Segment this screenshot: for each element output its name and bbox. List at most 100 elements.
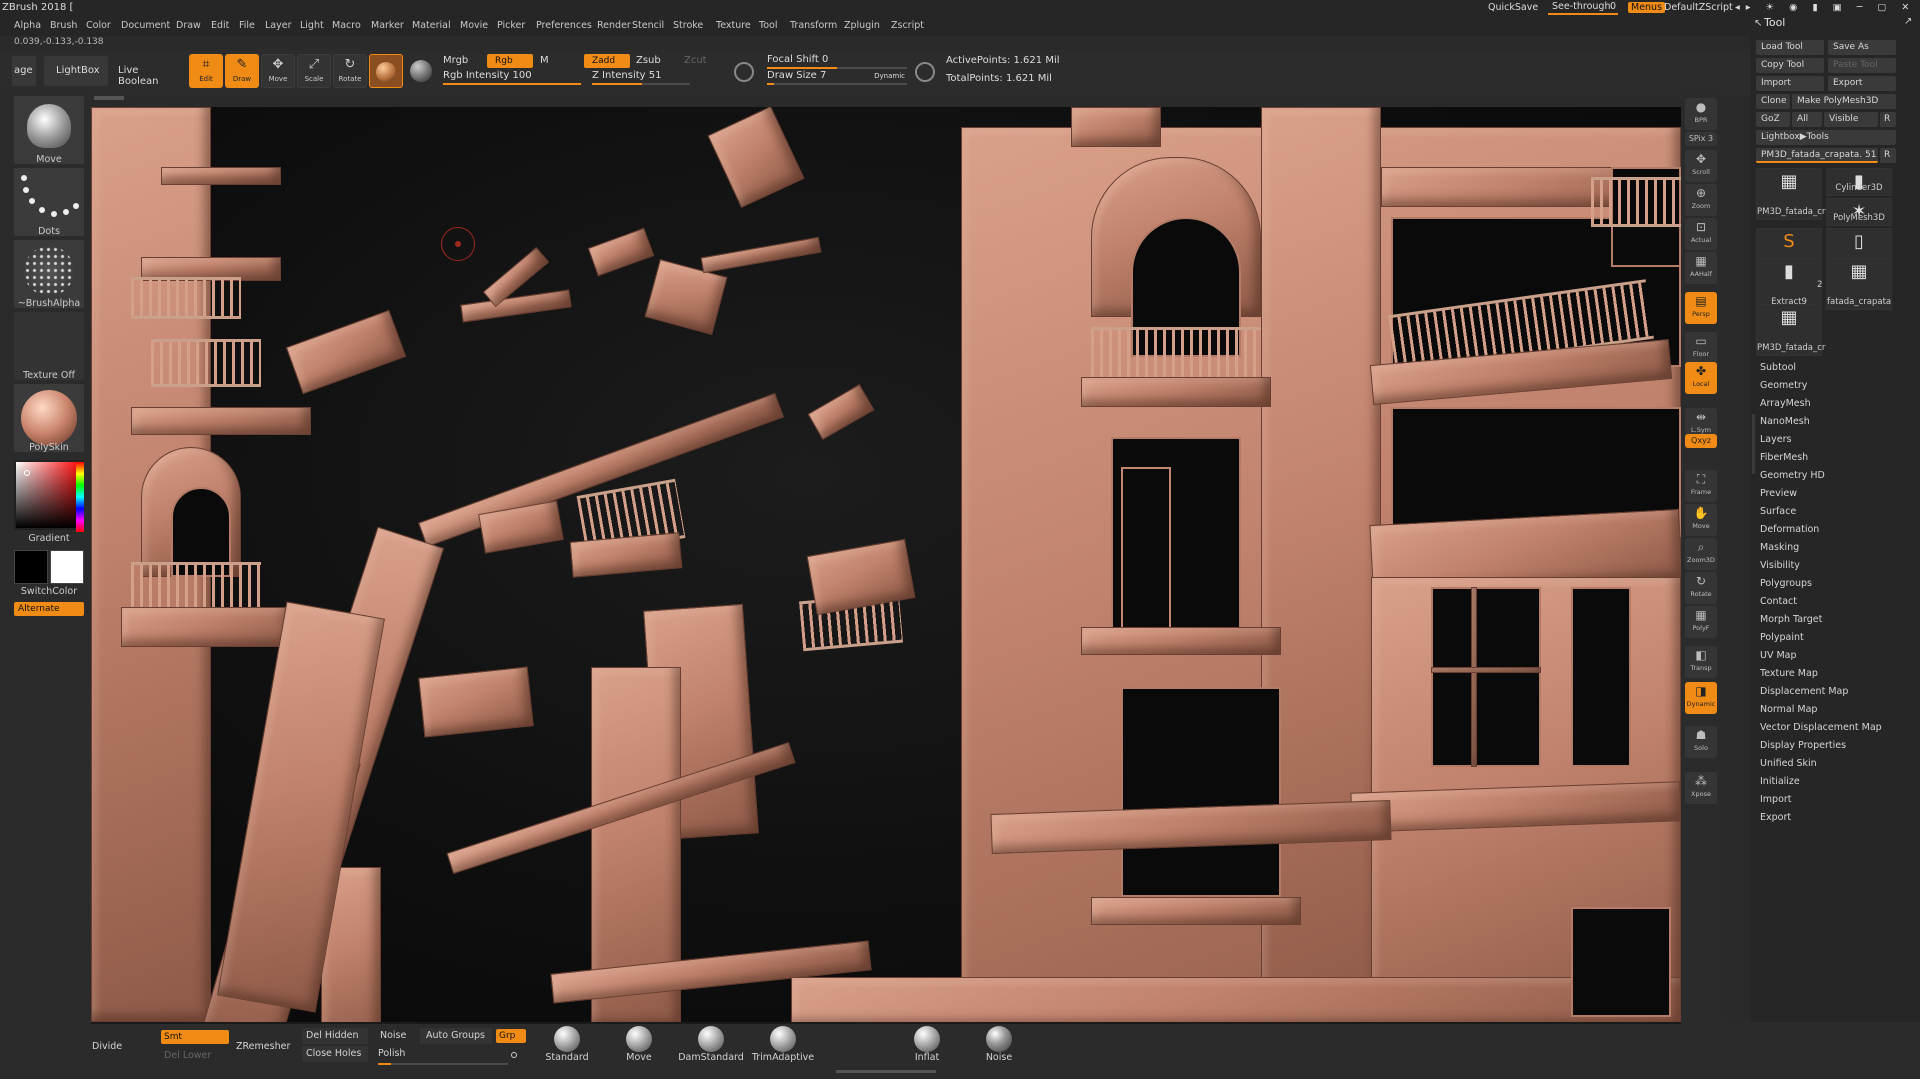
floor-button[interactable]: ▭ Floor [1685, 332, 1717, 364]
copy-tool-button[interactable]: Copy Tool [1756, 58, 1824, 73]
move-button[interactable]: ✋ Move [1685, 504, 1717, 536]
zoom3d-button[interactable]: ⌕ Zoom3D [1685, 538, 1717, 570]
persp-button[interactable]: ▤ Persp [1685, 292, 1717, 324]
subpalette-geometry[interactable]: Geometry [1760, 380, 1807, 391]
subpalette-layers[interactable]: Layers [1760, 434, 1791, 445]
menu-picker[interactable]: Picker [497, 20, 525, 31]
tool-thumb-pm3d-fatada-cr[interactable]: ▦ PM3D_fatada_cr [1756, 304, 1825, 356]
menu-document[interactable]: Document [121, 20, 170, 31]
subpalette-polygroups[interactable]: Polygroups [1760, 578, 1812, 589]
menu-movie[interactable]: Movie [460, 20, 488, 31]
m-button[interactable]: M [540, 55, 549, 66]
subpalette-initialize[interactable]: Initialize [1760, 776, 1800, 787]
tool-thumb-cylinder3d[interactable]: ▮ Cylinder3D [1826, 168, 1892, 196]
grp-toggle[interactable]: Grp [496, 1029, 526, 1043]
zadd-button[interactable]: Zadd [584, 54, 630, 68]
menu-stroke[interactable]: Stroke [673, 20, 703, 31]
subpalette-morph-target[interactable]: Morph Target [1760, 614, 1822, 625]
tool-panel-back-icon[interactable]: ↖ [1754, 18, 1762, 29]
del-lower-button[interactable]: Del Lower [164, 1050, 211, 1061]
goz-button[interactable]: GoZ [1756, 112, 1790, 127]
solo-button[interactable]: ☗ Solo [1685, 726, 1717, 758]
menus-button[interactable]: Menus [1628, 2, 1666, 13]
zcut-button[interactable]: Zcut [684, 55, 707, 66]
zoom-button[interactable]: ⊕ Zoom [1685, 184, 1717, 216]
subpalette-normal-map[interactable]: Normal Map [1760, 704, 1817, 715]
menu-draw[interactable]: Draw [176, 20, 201, 31]
color-picker[interactable] [14, 460, 84, 532]
bottom-scroll-handle[interactable] [836, 1070, 936, 1073]
secondary-color-swatch[interactable] [50, 550, 84, 584]
menu-marker[interactable]: Marker [371, 20, 404, 31]
xpose-button[interactable]: ⁂ Xpose [1685, 772, 1717, 804]
menu-stencil[interactable]: Stencil [632, 20, 664, 31]
menu-light[interactable]: Light [300, 20, 324, 31]
noise-button[interactable]: Noise [380, 1030, 406, 1041]
subpalette-vector-displacement-map[interactable]: Vector Displacement Map [1760, 722, 1882, 733]
draw-mode-button[interactable]: ✎ Draw [225, 54, 259, 88]
subpalette-arraymesh[interactable]: ArrayMesh [1760, 398, 1811, 409]
image-tab[interactable]: age [12, 56, 36, 86]
subpalette-display-properties[interactable]: Display Properties [1760, 740, 1846, 751]
rgb-button[interactable]: Rgb [487, 54, 533, 68]
menu-zscript[interactable]: Zscript [891, 20, 924, 31]
rotate-mode-button[interactable]: ↻ Rotate [333, 54, 367, 88]
brush-trimadaptive[interactable]: TrimAdaptive [748, 1024, 818, 1072]
subpalette-geometry-hd[interactable]: Geometry HD [1760, 470, 1825, 481]
subpalette-nanomesh[interactable]: NanoMesh [1760, 416, 1810, 427]
auto-groups-button[interactable]: Auto Groups [420, 1028, 492, 1044]
switch-color-button[interactable]: SwitchColor [14, 586, 84, 597]
menu-transform[interactable]: Transform [790, 20, 837, 31]
subpalette-masking[interactable]: Masking [1760, 542, 1799, 553]
tool-thumb-polymesh3d[interactable]: ✶ PolyMesh3D [1826, 198, 1892, 226]
export-button[interactable]: Export [1828, 76, 1896, 91]
menu-zplugin[interactable]: Zplugin [844, 20, 880, 31]
material-sphere-button[interactable] [369, 54, 403, 88]
live-boolean-button[interactable]: Live Boolean [112, 56, 182, 87]
menu-brush[interactable]: Brush [50, 20, 77, 31]
actual-button[interactable]: ⊡ Actual [1685, 218, 1717, 250]
subpalette-surface[interactable]: Surface [1760, 506, 1796, 517]
polish-circle-icon[interactable] [511, 1052, 517, 1058]
subpalette-texture-map[interactable]: Texture Map [1760, 668, 1818, 679]
subpalette-export[interactable]: Export [1760, 812, 1791, 823]
z-intensity-slider[interactable]: Z Intensity 51 [592, 70, 690, 86]
brush-standard[interactable]: Standard [532, 1024, 602, 1072]
close-holes-button[interactable]: Close Holes [302, 1046, 368, 1062]
transp-button[interactable]: ◧ Transp [1685, 646, 1717, 678]
smt-toggle[interactable]: Smt [161, 1030, 229, 1044]
brush-move[interactable]: Move [604, 1024, 674, 1072]
brush-inflat[interactable]: Inflat [892, 1024, 962, 1072]
menu-color[interactable]: Color [86, 20, 111, 31]
subpalette-fibermesh[interactable]: FiberMesh [1760, 452, 1808, 463]
quicksave-button[interactable]: QuickSave [1488, 2, 1538, 13]
polyf-button[interactable]: ▦ PolyF [1685, 606, 1717, 638]
clone-button[interactable]: Clone [1756, 94, 1790, 109]
rotate-button[interactable]: ↻ Rotate [1685, 572, 1717, 604]
dynamic-toggle[interactable]: Dynamic [874, 72, 905, 80]
menu-macro[interactable]: Macro [332, 20, 361, 31]
subpalette-unified-skin[interactable]: Unified Skin [1760, 758, 1817, 769]
polish-slider[interactable]: Polish [378, 1046, 520, 1065]
focal-shift-icon[interactable] [734, 62, 754, 82]
focal-shift-slider[interactable]: Focal Shift 0 [767, 54, 907, 70]
subpalette-polypaint[interactable]: Polypaint [1760, 632, 1804, 643]
goz-visible-button[interactable]: Visible [1824, 112, 1878, 127]
del-hidden-button[interactable]: Del Hidden [302, 1028, 368, 1044]
goz-r-button[interactable]: R [1880, 112, 1896, 127]
menu-alpha[interactable]: Alpha [14, 20, 41, 31]
brush-noise[interactable]: Noise [964, 1024, 1034, 1072]
menu-layer[interactable]: Layer [265, 20, 292, 31]
subpalette-import[interactable]: Import [1760, 794, 1792, 805]
menu-render[interactable]: Render [597, 20, 631, 31]
viewport-canvas[interactable] [91, 107, 1681, 1022]
make-polymesh-button[interactable]: Make PolyMesh3D [1792, 94, 1896, 109]
panel-scrollbar[interactable] [1752, 414, 1755, 474]
import-button[interactable]: Import [1756, 76, 1824, 91]
move-mode-button[interactable]: ✥ Move [261, 54, 295, 88]
zremesher-button[interactable]: ZRemesher [236, 1041, 290, 1052]
default-zscript-button[interactable]: DefaultZScript [1664, 2, 1733, 13]
subpalette-displacement-map[interactable]: Displacement Map [1760, 686, 1848, 697]
menu-tool[interactable]: Tool [759, 20, 777, 31]
tool-thumb-pm3d-fatada-cr[interactable]: ▦ PM3D_fatada_cr [1756, 168, 1825, 220]
